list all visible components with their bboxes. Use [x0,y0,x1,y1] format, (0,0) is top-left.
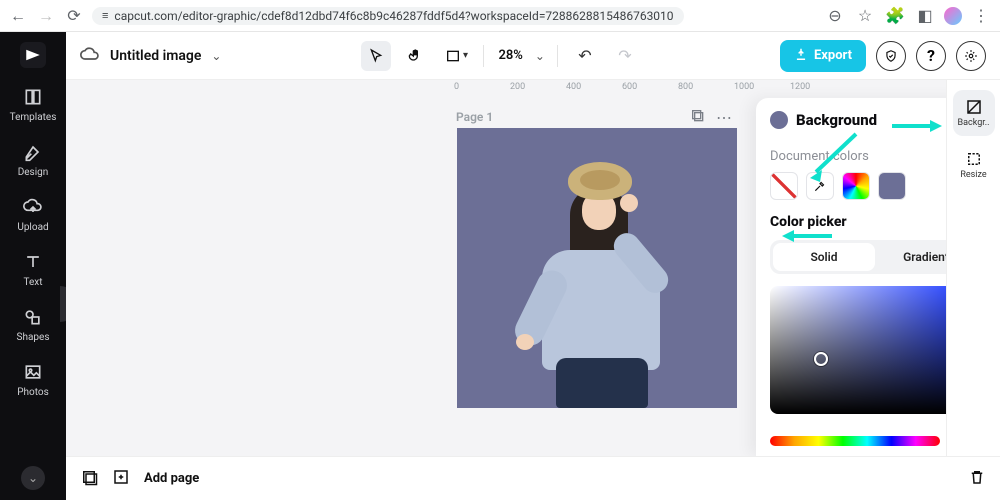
top-toolbar: Untitled image ⌄ ▾ 28% ⌄ ↶ ↷ Export ? [66,32,1000,80]
current-color-swatch [770,111,788,129]
resize-icon [965,150,983,168]
duplicate-page-icon[interactable] [690,108,706,128]
side-panel-icon[interactable]: ◧ [914,6,936,25]
url-bar[interactable]: ≡ capcut.com/editor-graphic/cdef8d12dbd7… [92,7,684,25]
rail-label: Templates [10,112,57,123]
reload-icon[interactable]: ⟳ [64,6,84,25]
help-button[interactable]: ? [916,41,946,71]
redo-button[interactable]: ↷ [610,41,640,71]
select-tool-button[interactable] [361,41,391,71]
rsb-background[interactable]: Backgr.. [953,90,995,136]
upload-icon [22,196,44,218]
ruler: 0 200 400 600 800 1000 1200 [454,80,946,98]
tab-solid[interactable]: Solid [773,243,875,271]
zoom-level[interactable]: 28% [498,48,522,63]
profile-avatar[interactable] [944,7,962,25]
export-button[interactable]: Export [780,40,866,72]
eyedropper-button[interactable] [806,172,834,200]
site-info-icon[interactable]: ≡ [102,9,108,22]
zoom-lens-icon[interactable]: ⊖ [824,6,846,25]
panel-title: Background [796,111,946,129]
sidebar-item-design[interactable]: Design [0,141,66,178]
rail-label: Text [23,277,42,288]
title-chevron-icon[interactable]: ⌄ [211,49,221,63]
tab-gradient[interactable]: Gradient [875,243,946,271]
rsb-label: Backgr.. [958,118,990,128]
canvas-page[interactable] [457,128,737,408]
swatch-current-bg[interactable] [878,172,906,200]
capcut-logo[interactable] [20,42,46,68]
sidebar-item-templates[interactable]: Templates [0,86,66,123]
rsb-resize[interactable]: Resize [953,142,995,188]
rail-label: Photos [17,387,49,398]
undo-button[interactable]: ↶ [570,41,600,71]
rail-collapse-icon[interactable]: ⌄ [21,466,45,490]
extensions-icon[interactable]: 🧩 [884,6,906,25]
templates-icon [22,86,44,108]
shapes-icon [22,306,44,328]
photos-icon [22,361,44,383]
kebab-menu-icon[interactable]: ⋮ [970,6,992,25]
sidebar-item-photos[interactable]: Photos [0,361,66,398]
right-sidebar: Backgr.. Resize [946,80,1000,456]
export-icon [794,47,808,65]
subject-image[interactable] [512,158,682,408]
rail-label: Design [18,167,49,178]
canvas-stage[interactable]: 0 200 400 600 800 1000 1200 Page 1 ⋯ [66,80,946,456]
sidebar-item-upload[interactable]: Upload [0,196,66,233]
trash-icon[interactable] [968,468,986,490]
hue-slider[interactable] [770,436,940,446]
document-colors-label: Document colors [770,149,946,164]
layers-icon[interactable] [80,468,98,490]
rail-label: Upload [17,222,48,233]
settings-button[interactable] [956,41,986,71]
sidebar-item-shapes[interactable]: Shapes [0,306,66,343]
frame-tool-button[interactable]: ▾ [441,41,471,71]
background-panel: Background ✕ Document colors Color picke… [756,98,946,456]
text-icon [22,251,44,273]
hand-tool-button[interactable] [401,41,431,71]
cloud-save-icon[interactable] [80,44,100,68]
left-rail: Templates Design Upload Text Shapes Phot… [0,32,66,500]
page-label: Page 1 [456,110,493,124]
rsb-label: Resize [960,170,986,180]
bottom-bar: Add page [66,456,1000,500]
saturation-value-box[interactable] [770,286,946,414]
browser-chrome: ← → ⟳ ≡ capcut.com/editor-graphic/cdef8d… [0,0,1000,32]
swatch-none[interactable] [770,172,798,200]
add-page-button[interactable]: Add page [144,471,199,486]
export-label: Export [814,48,852,63]
rail-label: Shapes [17,332,50,343]
back-icon[interactable]: ← [8,6,28,26]
background-icon [965,98,983,116]
add-page-icon[interactable] [112,468,130,490]
shield-button[interactable] [876,41,906,71]
bookmark-star-icon[interactable]: ☆ [854,6,876,25]
page-more-icon[interactable]: ⋯ [716,108,732,128]
url-text: capcut.com/editor-graphic/cdef8d12dbd74f… [114,9,673,23]
color-type-tabs: Solid Gradient [770,240,946,274]
project-title[interactable]: Untitled image [110,48,201,64]
sidebar-item-text[interactable]: Text [0,251,66,288]
zoom-chevron-icon[interactable]: ⌄ [535,49,545,63]
design-icon [22,141,44,163]
color-picker-title: Color picker [770,214,946,230]
document-color-swatches [770,172,946,200]
forward-icon[interactable]: → [36,6,56,26]
swatch-color-picker[interactable] [842,172,870,200]
sv-handle[interactable] [814,352,828,366]
